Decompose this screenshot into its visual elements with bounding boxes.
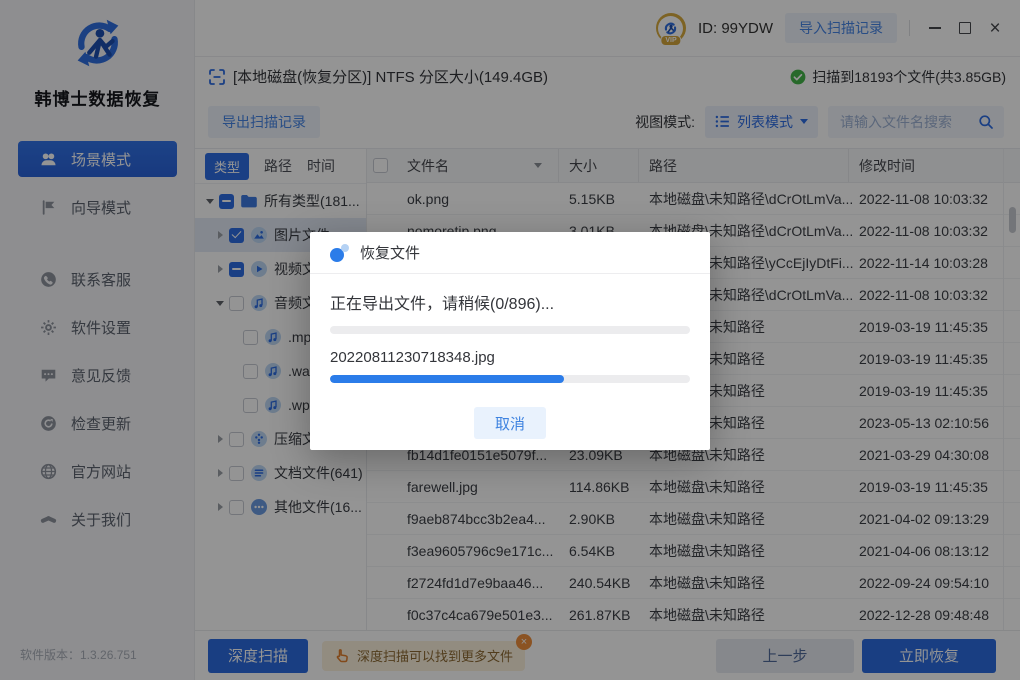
export-status-text: 正在导出文件，请稍候(0/896)...: [330, 290, 690, 314]
dialog-body: 正在导出文件，请稍候(0/896)... 20220811230718348.j…: [310, 274, 710, 439]
app-window: 韩博士数据恢复 场景模式 向导模式 联系客服: [0, 0, 1020, 680]
current-file-name: 20220811230718348.jpg: [330, 349, 690, 366]
dialog-header: 恢复文件: [310, 232, 710, 274]
cancel-button[interactable]: 取消: [474, 407, 546, 439]
file-progress-fill: [330, 375, 564, 383]
overall-progress-bar: [330, 326, 690, 334]
file-progress-bar: [330, 375, 690, 383]
loading-spinner-icon: [330, 244, 350, 262]
dialog-title: 恢复文件: [360, 242, 420, 263]
recover-files-dialog: 恢复文件 正在导出文件，请稍候(0/896)... 20220811230718…: [310, 232, 710, 450]
